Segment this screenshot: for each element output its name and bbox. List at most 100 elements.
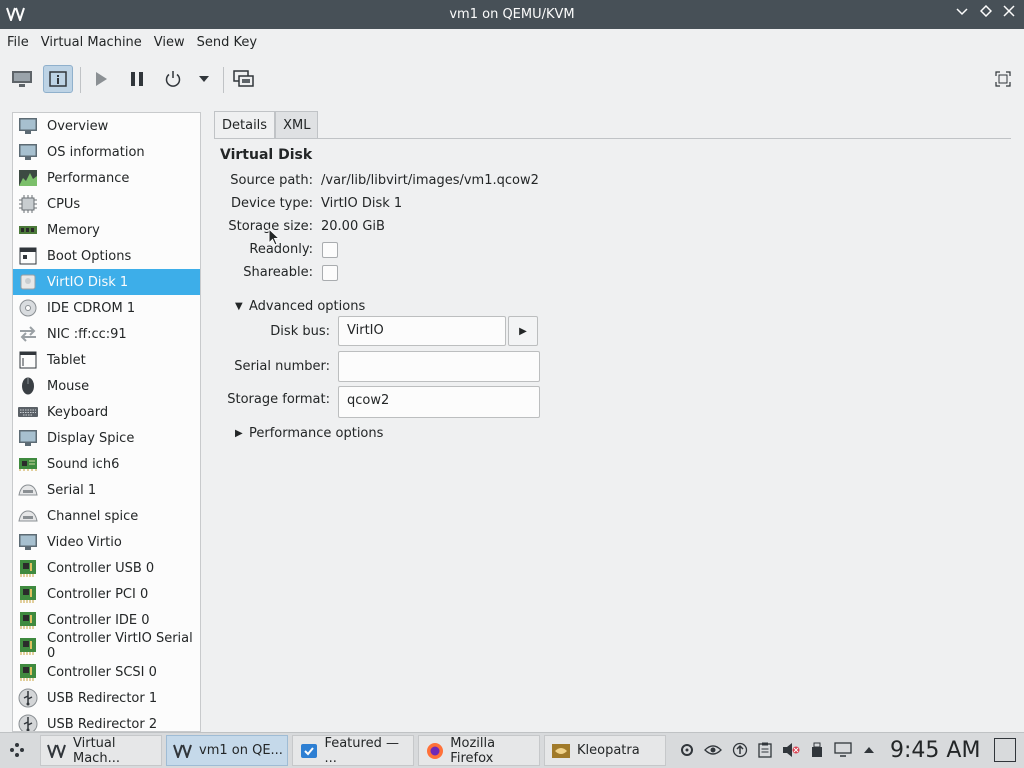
sidebar-item-label: Display Spice xyxy=(47,430,135,446)
sidebar-item[interactable]: Tablet xyxy=(13,347,200,373)
eye-icon xyxy=(704,745,722,755)
controller-icon xyxy=(17,636,39,656)
tray-expand-button[interactable] xyxy=(860,741,878,759)
shareable-label: Shareable: xyxy=(243,265,313,280)
clock[interactable]: 9:45 AM xyxy=(890,737,980,765)
sidebar-item-label: USB Redirector 2 xyxy=(47,716,158,732)
sidebar-item[interactable]: Sound ich6 xyxy=(13,451,200,477)
tab-details[interactable]: Details xyxy=(214,111,276,139)
menu-virtual-machine[interactable]: Virtual Machine xyxy=(35,29,148,57)
sidebar-item[interactable]: Performance xyxy=(13,165,200,191)
storage-size-label: Storage size: xyxy=(228,219,313,234)
sidebar-item-label: Overview xyxy=(47,118,109,134)
disk-bus-menu-button[interactable]: ▶ xyxy=(508,316,538,346)
sidebar-item-label: Video Virtio xyxy=(47,534,122,550)
toolbar xyxy=(0,57,1024,99)
network-tray-icon[interactable] xyxy=(678,741,696,759)
maximize-button[interactable] xyxy=(977,4,995,23)
volume-tray-icon[interactable] xyxy=(782,741,800,759)
shareable-checkbox[interactable] xyxy=(322,265,338,281)
storage-format-label: Storage format: xyxy=(227,392,330,407)
display-tray-icon[interactable] xyxy=(834,741,852,759)
storage-format-input[interactable]: qcow2 xyxy=(338,386,540,418)
tab-xml[interactable]: XML xyxy=(275,111,319,139)
sidebar-item[interactable]: USB Redirector 2 xyxy=(13,711,200,732)
show-desktop-button[interactable] xyxy=(994,738,1016,762)
sidebar-item[interactable]: IDE CDROM 1 xyxy=(13,295,200,321)
taskbar-task-label: Kleopatra xyxy=(577,743,640,758)
sidebar-item[interactable]: Display Spice xyxy=(13,425,200,451)
clipboard-tray-icon[interactable] xyxy=(756,741,774,759)
chevron-down-icon xyxy=(956,8,968,16)
monitor-icon xyxy=(17,142,39,162)
application-launcher[interactable] xyxy=(8,741,26,759)
shutdown-button[interactable] xyxy=(158,65,188,93)
sidebar-item[interactable]: USB Redirector 1 xyxy=(13,685,200,711)
menu-file[interactable]: File xyxy=(0,29,35,57)
menu-send-key[interactable]: Send Key xyxy=(191,29,263,57)
advanced-options-expander[interactable]: ▼ Advanced options xyxy=(235,299,365,314)
firefox-icon xyxy=(425,742,444,760)
usb-device-tray-icon[interactable] xyxy=(808,741,826,759)
sidebar-item[interactable]: VirtIO Disk 1 xyxy=(13,269,200,295)
sidebar-item[interactable]: NIC :ff:cc:91 xyxy=(13,321,200,347)
sidebar-item[interactable]: Controller SCSI 0 xyxy=(13,659,200,685)
disk-bus-field[interactable]: VirtIO xyxy=(338,316,506,346)
serial-number-input[interactable] xyxy=(338,351,540,382)
ram-icon xyxy=(17,220,39,240)
sidebar-item-label: Controller USB 0 xyxy=(47,560,155,576)
shutdown-menu-button[interactable] xyxy=(190,65,218,93)
taskbar-task[interactable]: Kleopatra xyxy=(544,735,666,766)
storage-size-value: 20.00 GiB xyxy=(321,219,385,234)
sidebar-item-label: USB Redirector 1 xyxy=(47,690,158,706)
sidebar-item[interactable]: Mouse xyxy=(13,373,200,399)
sidebar-item-label: NIC :ff:cc:91 xyxy=(47,326,127,342)
sidebar-item[interactable]: Boot Options xyxy=(13,243,200,269)
taskbar-task[interactable]: Mozilla Firefox xyxy=(418,735,540,766)
details-button[interactable] xyxy=(43,65,73,93)
sidebar-item-label: Channel spice xyxy=(47,508,139,524)
sidebar-item-label: Sound ich6 xyxy=(47,456,120,472)
minimize-button[interactable] xyxy=(953,5,971,23)
sidebar-item[interactable]: Controller USB 0 xyxy=(13,555,200,581)
sidebar-item[interactable]: Overview xyxy=(13,113,200,139)
sidebar-item[interactable]: Controller PCI 0 xyxy=(13,581,200,607)
sidebar-item[interactable]: CPUs xyxy=(13,191,200,217)
taskbar-task[interactable]: vm1 on QE... xyxy=(166,735,288,766)
fullscreen-button[interactable] xyxy=(988,65,1018,93)
run-button[interactable] xyxy=(86,65,116,93)
diamond-icon xyxy=(979,4,993,18)
source-path-value: /var/lib/libvirt/images/vm1.qcow2 xyxy=(321,173,539,188)
snapshots-button[interactable] xyxy=(229,65,259,93)
power-icon xyxy=(165,71,181,87)
performance-options-expander[interactable]: ▶ Performance options xyxy=(235,426,383,441)
sidebar-item[interactable]: Controller VirtIO Serial 0 xyxy=(13,631,200,661)
sidebar-item[interactable]: Channel spice xyxy=(13,503,200,529)
taskbar-task[interactable]: Virtual Mach... xyxy=(40,735,162,766)
video-icon xyxy=(17,532,39,552)
sidebar-item[interactable]: Controller IDE 0 xyxy=(13,607,200,633)
sidebar-item[interactable]: Memory xyxy=(13,217,200,243)
disk-bus-label: Disk bus: xyxy=(270,324,330,339)
menu-view[interactable]: View xyxy=(148,29,191,57)
update-tray-icon[interactable] xyxy=(731,741,749,759)
sidebar-item[interactable]: OS information xyxy=(13,139,200,165)
performance-options-label: Performance options xyxy=(249,426,384,441)
sidebar-item[interactable]: Keyboard xyxy=(13,399,200,425)
sidebar-item-label: Serial 1 xyxy=(47,482,97,498)
close-icon xyxy=(1003,5,1015,17)
close-button[interactable] xyxy=(1000,5,1018,23)
sidebar-item[interactable]: Serial 1 xyxy=(13,477,200,503)
serial-icon xyxy=(17,480,39,500)
eye-tray-icon[interactable] xyxy=(704,741,722,759)
taskbar-task[interactable]: Featured — ... xyxy=(292,735,414,766)
tab-bar: Details XML xyxy=(214,111,319,139)
readonly-checkbox[interactable] xyxy=(322,242,338,258)
pause-button[interactable] xyxy=(122,65,152,93)
controller-icon xyxy=(17,610,39,630)
sidebar-item-label: Performance xyxy=(47,170,130,186)
sidebar-item[interactable]: Video Virtio xyxy=(13,529,200,555)
console-button[interactable] xyxy=(7,65,37,93)
collapsed-arrow-icon: ▶ xyxy=(235,428,243,439)
usb-icon xyxy=(17,714,39,731)
